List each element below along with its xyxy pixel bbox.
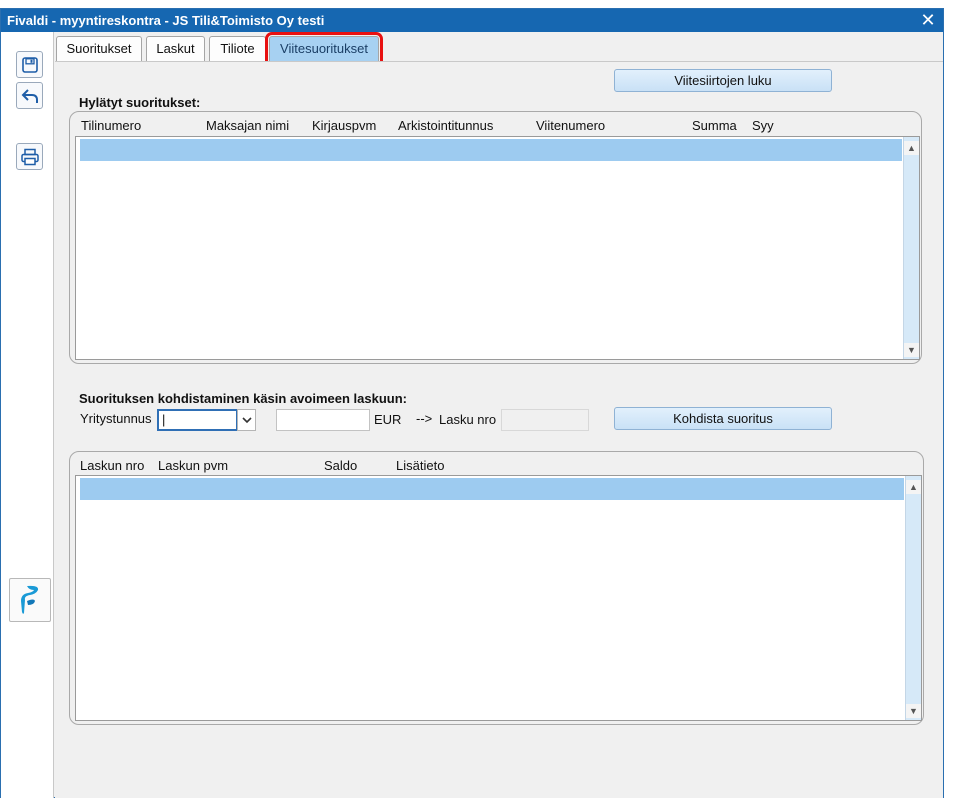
tab-suoritukset[interactable]: Suoritukset xyxy=(56,36,142,61)
read-references-button[interactable]: Viitesiirtojen luku xyxy=(614,69,832,92)
col-syy[interactable]: Syy xyxy=(752,118,774,133)
window-title: Fivaldi - myyntireskontra - JS Tili&Toim… xyxy=(7,13,325,28)
tab-content: Viitesiirtojen luku Hylätyt suoritukset:… xyxy=(55,61,943,798)
save-button[interactable] xyxy=(16,51,43,78)
rejected-payments-list[interactable]: ▲ ▼ xyxy=(75,136,920,360)
undo-icon xyxy=(21,88,38,103)
print-button[interactable] xyxy=(16,143,43,170)
rejected-payments-title: Hylätyt suoritukset: xyxy=(79,95,201,110)
scroll-down-icon[interactable]: ▼ xyxy=(906,704,921,718)
company-id-label: Yritystunnus xyxy=(80,411,152,426)
selected-row[interactable] xyxy=(80,139,902,161)
arrow-label: --> xyxy=(416,411,433,426)
open-invoices-group: Laskun nro Laskun pvm Saldo Lisätieto ▲ … xyxy=(69,451,924,725)
amount-field[interactable] xyxy=(276,409,370,431)
fivaldi-logo-button[interactable] xyxy=(9,578,51,622)
scroll-up-icon[interactable]: ▲ xyxy=(906,480,921,494)
invoice-number-field xyxy=(501,409,589,431)
title-bar: Fivaldi - myyntireskontra - JS Tili&Toim… xyxy=(1,9,943,32)
left-toolbar xyxy=(1,32,54,798)
tab-strip: Suoritukset Laskut Tiliote Viitesuorituk… xyxy=(56,32,944,65)
tab-viitesuoritukset[interactable]: Viitesuoritukset xyxy=(265,32,383,65)
col-viitenumero[interactable]: Viitenumero xyxy=(536,118,605,133)
col-summa[interactable]: Summa xyxy=(692,118,737,133)
undo-button[interactable] xyxy=(16,82,43,109)
company-id-combo[interactable]: | xyxy=(157,409,238,431)
col-tilinumero[interactable]: Tilinumero xyxy=(81,118,141,133)
selected-row[interactable] xyxy=(80,478,904,500)
invoice-number-label: Lasku nro xyxy=(439,412,497,427)
tab-laskut[interactable]: Laskut xyxy=(146,36,205,61)
app-window: Fivaldi - myyntireskontra - JS Tili&Toim… xyxy=(0,8,944,798)
manual-allocation-title: Suorituksen kohdistaminen käsin avoimeen… xyxy=(79,391,407,406)
allocate-payment-button[interactable]: Kohdista suoritus xyxy=(614,407,832,430)
col-arkistointitunnus[interactable]: Arkistointitunnus xyxy=(398,118,493,133)
scroll-down-icon[interactable]: ▼ xyxy=(904,343,919,357)
vertical-scrollbar[interactable]: ▲ ▼ xyxy=(905,476,921,720)
currency-label: EUR xyxy=(374,412,402,427)
open-invoices-list[interactable]: ▲ ▼ xyxy=(75,475,922,721)
col-saldo[interactable]: Saldo xyxy=(324,458,357,473)
close-icon[interactable]: ✕ xyxy=(919,9,937,32)
col-maksajan-nimi[interactable]: Maksajan nimi xyxy=(206,118,289,133)
vertical-scrollbar[interactable]: ▲ ▼ xyxy=(903,137,919,359)
tab-tiliote[interactable]: Tiliote xyxy=(209,36,266,61)
col-lisatieto[interactable]: Lisätieto xyxy=(396,458,444,473)
chevron-down-icon[interactable] xyxy=(237,409,256,431)
print-icon xyxy=(20,148,39,165)
col-laskun-pvm[interactable]: Laskun pvm xyxy=(158,458,228,473)
col-kirjauspvm[interactable]: Kirjauspvm xyxy=(312,118,376,133)
fivaldi-logo-icon xyxy=(21,585,39,614)
rejected-payments-group: Tilinumero Maksajan nimi Kirjauspvm Arki… xyxy=(69,111,922,364)
col-laskun-nro[interactable]: Laskun nro xyxy=(80,458,144,473)
scroll-up-icon[interactable]: ▲ xyxy=(904,141,919,155)
save-icon xyxy=(21,56,38,73)
